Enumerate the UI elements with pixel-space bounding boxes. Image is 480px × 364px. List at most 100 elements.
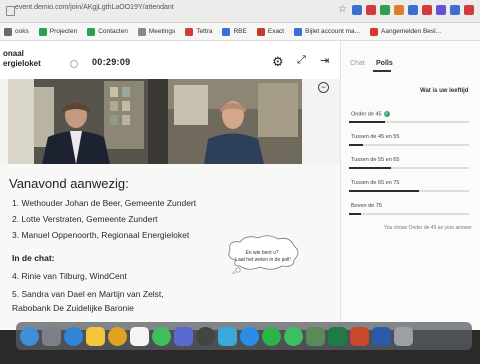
bookmark-label: Tettra [196,28,213,35]
poll-option-label: Onder de 45 [351,111,382,118]
browser-url-bar[interactable]: event.demio.com/join/AKgjLgthLaOO19Y/att… [0,0,480,23]
vpn-icon[interactable] [306,326,325,346]
bookmark-favicon-icon [137,27,146,36]
bookmark-favicon-icon [4,27,12,36]
poll-option-label: Boven de 75 [351,203,382,209]
bookmark-item[interactable]: Projecten [38,27,78,36]
collapse-icon[interactable]: − [318,82,329,93]
bookmark-item[interactable]: Bijlet account ma... [294,27,361,36]
lock-icon [6,6,15,16]
check-icon: ✓ [383,111,390,117]
fullscreen-icon[interactable]: ⤢ [297,54,306,67]
finder-icon[interactable] [20,326,39,346]
spotify-icon[interactable] [262,326,281,346]
poll-bar-fill [349,144,363,146]
video-frame [8,79,302,164]
bookmark-favicon-icon [370,27,379,36]
active-tab-indicator [373,70,391,72]
slide-title: Vanavond aanwezig: [9,176,129,191]
extension-icon[interactable] [422,5,432,15]
bookmark-item[interactable]: Aangemelden Besl... [370,27,442,36]
extension-icon[interactable] [408,5,418,15]
bookmark-item[interactable]: Meetings [137,27,176,36]
tab-chat[interactable]: Chat [350,60,365,67]
chat-attendee-item: 5. Sandra van Dael en Martijn van Zelst, [12,289,164,299]
safari-icon[interactable] [64,326,83,346]
word-icon[interactable] [372,326,391,346]
messages-icon[interactable] [152,326,171,346]
poll-bar-fill [349,190,419,192]
extension-icons: ☆ [338,5,474,15]
poll-option-label: Tussen de 55 en 65 [351,157,400,163]
activity-icon[interactable] [196,326,215,346]
bubble-text-line2: Laat het weten in de poll! [235,257,291,263]
bookmark-label: ooks [15,28,29,35]
extension-icon[interactable] [436,5,446,15]
bookmark-star-icon[interactable]: ☆ [338,5,348,15]
extension-icon[interactable] [394,5,404,15]
bookmark-label: Projecten [49,28,78,35]
poll-option[interactable]: Tussen de 65 en 75 [351,180,399,186]
bookmark-favicon-icon [87,27,96,36]
bookmark-item[interactable]: Exact [256,27,285,36]
bookmark-favicon-icon [256,27,265,36]
poll-option[interactable]: Tussen de 45 en 55 [351,134,399,140]
gear-icon[interactable]: ⚙ [272,54,284,70]
url-text[interactable]: event.demio.com/join/AKgjLgthLaOO19Y/att… [15,4,174,11]
bookmark-favicon-icon [185,27,194,36]
macos-dock [16,322,472,350]
bookmarks-bar: ooks Projecten Contacten Meetings Tettra RBE E… [0,23,480,41]
bookmark-favicon-icon [222,27,231,36]
bubble-text-line1: En wie bent u? [245,250,279,256]
attendee-item: 3. Manuel Oppenoorth, Regionaal Energiel… [12,230,190,240]
powerpoint-icon[interactable] [350,326,369,346]
exit-icon[interactable]: ⇥ [320,54,329,67]
poll-option[interactable]: Boven de 75 [351,203,382,209]
poll-option[interactable]: Onder de 45 ✓ [351,111,390,117]
session-timer: 00:29:09 [92,57,131,67]
tab-polls[interactable]: Polls [376,60,393,67]
extension-icon[interactable] [380,5,390,15]
chrome-icon[interactable] [108,326,127,346]
poll-option-label: Tussen de 65 en 75 [351,180,400,186]
attendee-item: 2. Lotte Verstraten, Gemeente Zundert [12,214,158,224]
bookmark-item[interactable]: Contacten [87,27,128,36]
bookmark-label: Aangemelden Besl... [381,28,442,35]
bookmark-label: Meetings [148,28,176,35]
extension-icon[interactable] [464,5,474,15]
poll-bar-fill [349,121,385,123]
video-stream[interactable] [8,79,302,164]
poll-option-label: Tussen de 45 en 55 [351,134,400,140]
launchpad-icon[interactable] [42,326,61,346]
brand-name: onaal [3,49,24,58]
poll-bar-track [349,213,469,215]
poll-bar-fill [349,213,361,215]
bookmark-label: Contacten [98,28,128,35]
notes-icon[interactable] [86,326,105,346]
bookmark-item[interactable]: RBE [222,27,247,36]
appstore-icon[interactable] [240,326,259,346]
bookmark-item[interactable]: Tettra [185,27,213,36]
poll-result-text: You chose Onder de 45 as your answer [384,225,472,231]
whatsapp-icon[interactable] [284,326,303,346]
bookmark-favicon-icon [294,27,303,36]
teams-icon[interactable] [174,326,193,346]
extension-icon[interactable] [450,5,460,15]
poll-bar-fill [349,167,391,169]
chat-heading: In de chat: [12,253,55,263]
calendar-icon[interactable] [130,326,149,346]
poll-question: Wat is uw leeftijd [420,88,469,94]
excel-icon[interactable] [328,326,347,346]
bookmark-item[interactable]: ooks [4,27,29,36]
bookmark-label: Exact [267,28,285,35]
app-header [0,41,340,79]
extension-icon[interactable] [366,5,376,15]
poll-option[interactable]: Tussen de 55 en 65 [351,157,399,163]
slack-icon[interactable] [218,326,237,346]
chat-attendee-item: Rabobank De Zuidelijke Baronie [12,303,134,313]
bookmark-label: Bijlet account ma... [305,28,361,35]
trash-icon[interactable] [394,326,413,346]
status-dot-icon [70,60,78,68]
extension-icon[interactable] [352,5,362,15]
bookmark-favicon-icon [38,27,47,36]
